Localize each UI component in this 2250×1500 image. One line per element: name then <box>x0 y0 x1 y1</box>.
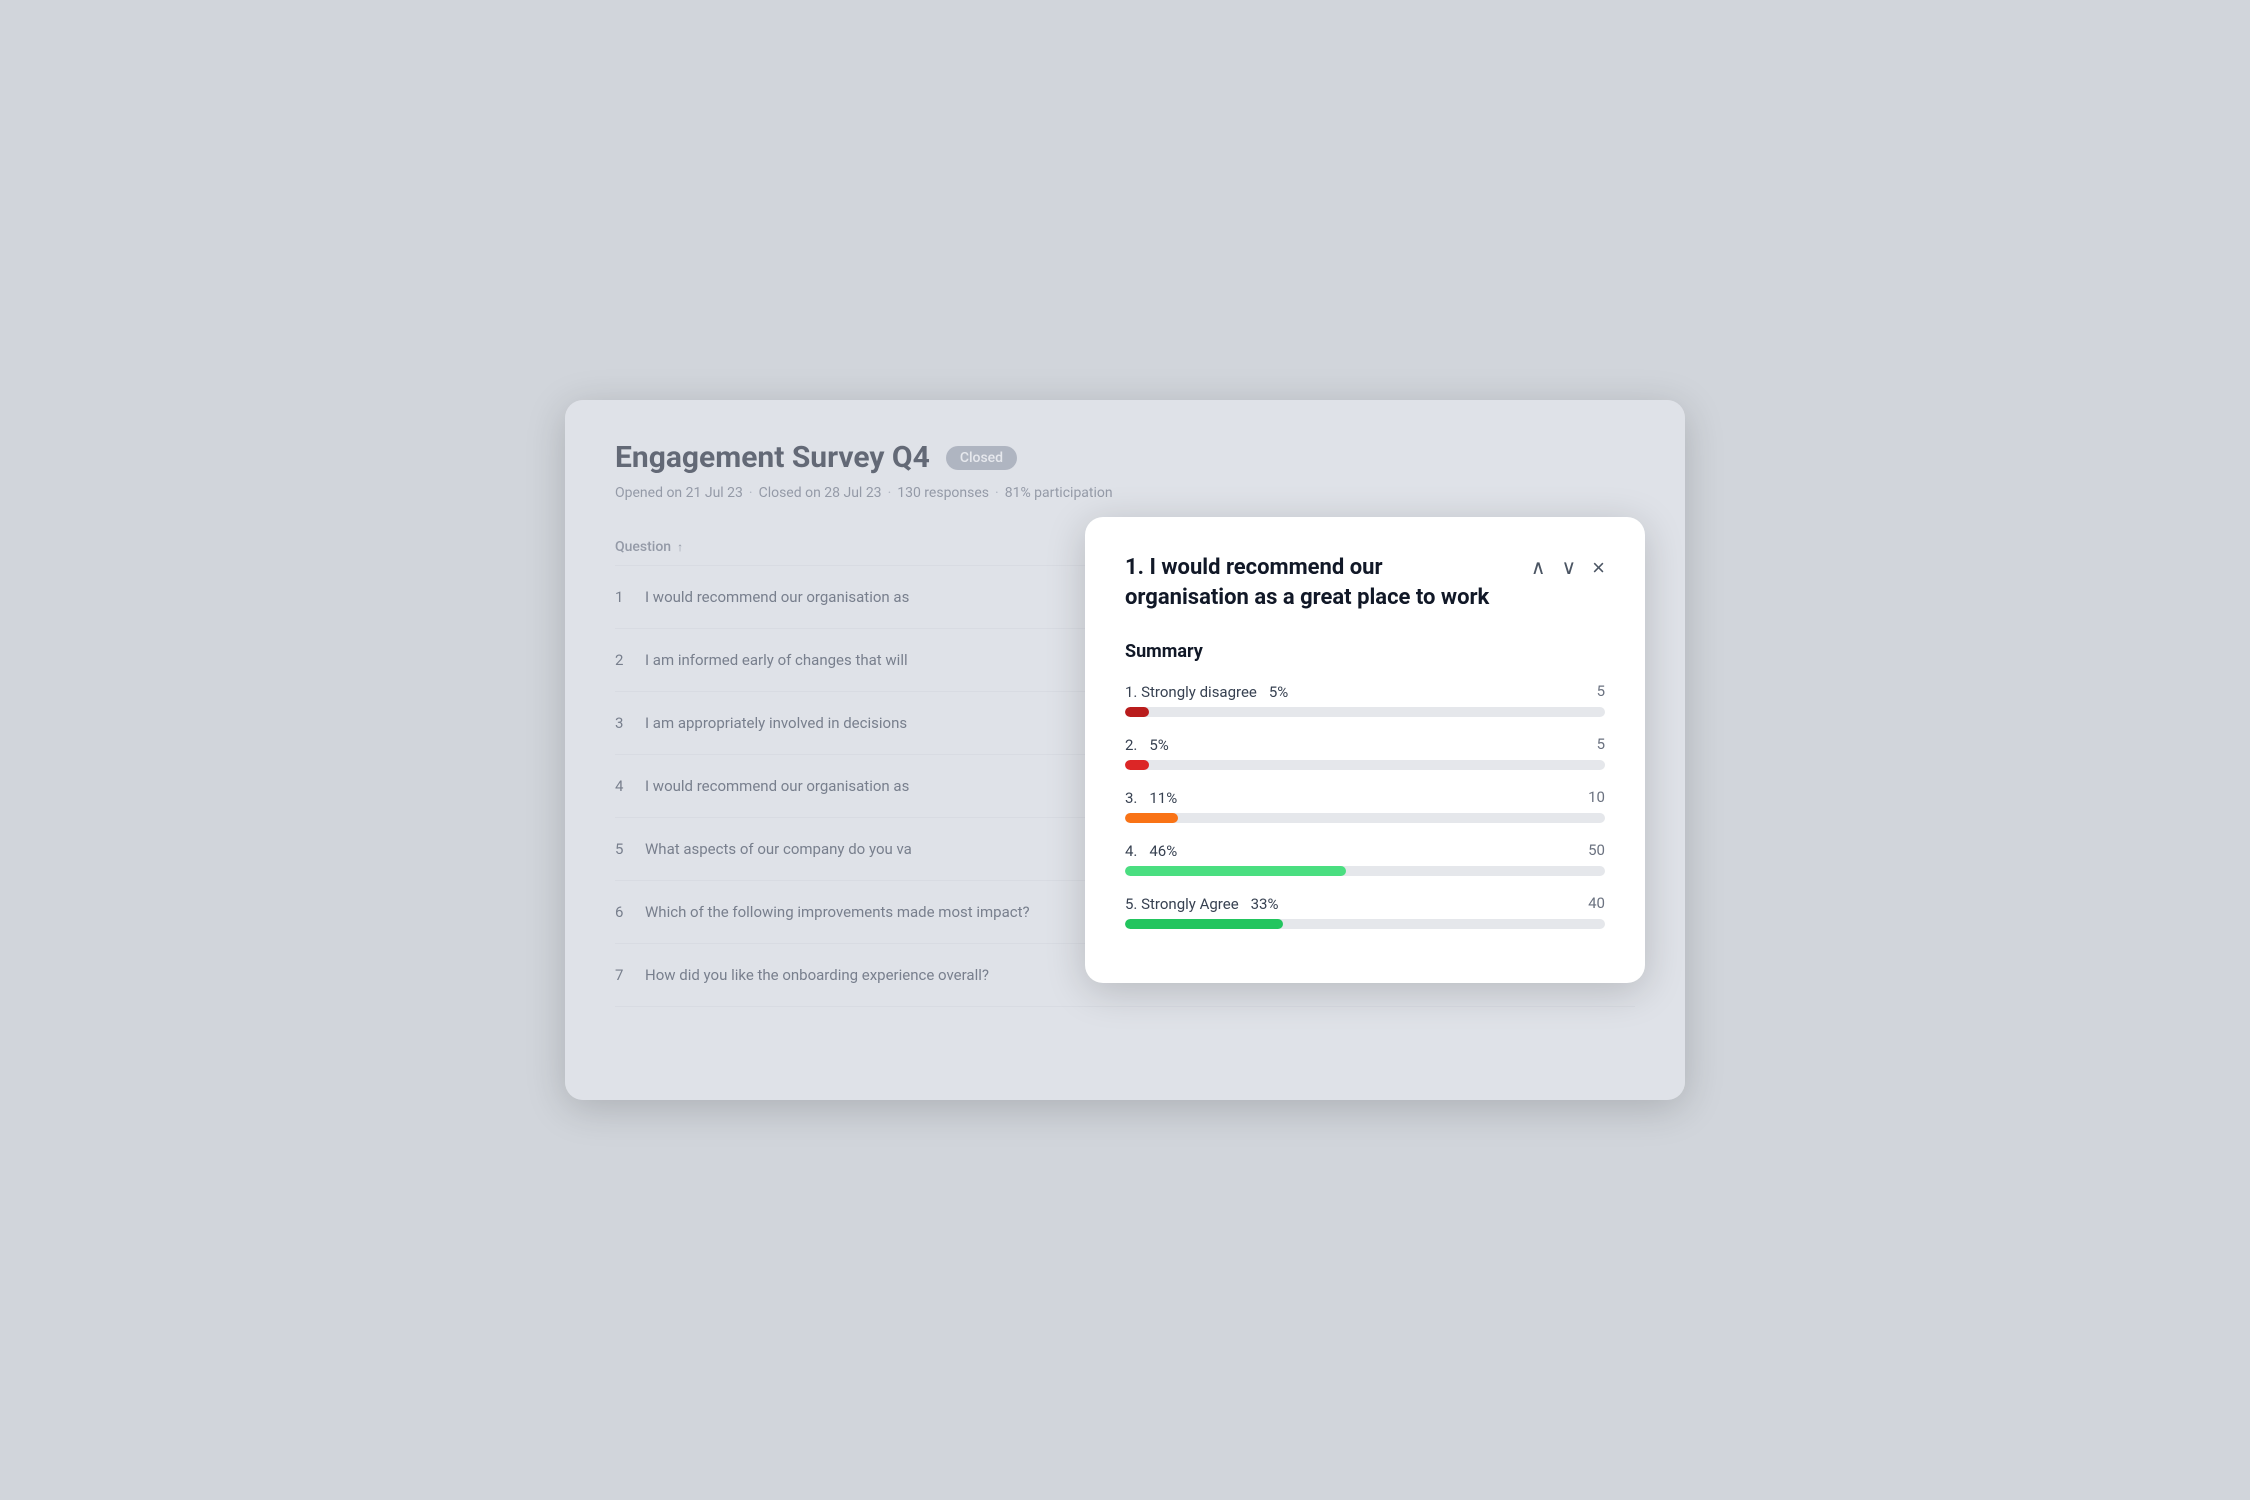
bar-track <box>1125 866 1605 876</box>
response-detail-modal: 1. I would recommend our organisation as… <box>1085 517 1645 982</box>
response-label: 4. <box>1125 842 1137 860</box>
modal-title: 1. I would recommend our organisation as… <box>1125 553 1505 612</box>
list-item: 1. Strongly disagree 5% 5 <box>1125 682 1605 717</box>
bar-track <box>1125 813 1605 823</box>
modal-next-button[interactable]: ∨ <box>1562 558 1577 578</box>
response-pct: 5% <box>1269 683 1288 701</box>
list-item: 4. 46% 50 <box>1125 841 1605 876</box>
response-label: 1. Strongly disagree <box>1125 683 1257 701</box>
modal-close-button[interactable]: × <box>1592 557 1605 579</box>
modal-section-title: Summary <box>1125 641 1605 662</box>
response-pct: 11% <box>1149 789 1177 807</box>
bar-fill <box>1125 919 1283 929</box>
response-count: 5 <box>1597 735 1605 753</box>
response-count: 5 <box>1597 682 1605 700</box>
app-container: Engagement Survey Q4 Closed Opened on 21… <box>565 400 1685 1100</box>
bar-fill <box>1125 707 1149 717</box>
list-item: 2. 5% 5 <box>1125 735 1605 770</box>
modal-controls: ∧ ∨ × <box>1531 557 1605 579</box>
response-pct: 33% <box>1251 895 1279 913</box>
bar-fill <box>1125 866 1346 876</box>
bar-track <box>1125 707 1605 717</box>
response-label: 2. <box>1125 736 1137 754</box>
bar-track <box>1125 760 1605 770</box>
response-count: 50 <box>1588 841 1605 859</box>
modal-prev-button[interactable]: ∧ <box>1531 558 1546 578</box>
bar-track <box>1125 919 1605 929</box>
bar-fill <box>1125 760 1149 770</box>
response-count: 40 <box>1588 894 1605 912</box>
response-pct: 46% <box>1149 842 1177 860</box>
bar-fill <box>1125 813 1178 823</box>
response-list: 1. Strongly disagree 5% 5 2. 5% <box>1125 682 1605 929</box>
modal-overlay: 1. I would recommend our organisation as… <box>565 400 1685 1100</box>
response-label: 3. <box>1125 789 1137 807</box>
response-pct: 5% <box>1149 736 1168 754</box>
response-label: 5. Strongly Agree <box>1125 895 1239 913</box>
response-count: 10 <box>1588 788 1605 806</box>
list-item: 3. 11% 10 <box>1125 788 1605 823</box>
list-item: 5. Strongly Agree 33% 40 <box>1125 894 1605 929</box>
modal-header: 1. I would recommend our organisation as… <box>1125 553 1605 612</box>
